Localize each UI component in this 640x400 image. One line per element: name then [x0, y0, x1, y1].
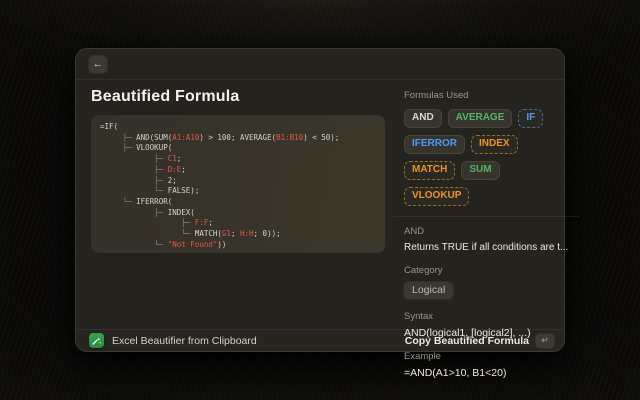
- sidebar-divider: [393, 216, 580, 217]
- formula-tag-vlookup[interactable]: VLOOKUP: [404, 187, 469, 206]
- formula-tag-match[interactable]: MATCH: [404, 161, 455, 180]
- copy-action-label: Copy Beautified Formula: [405, 335, 529, 347]
- code-line: ├─ 2;: [100, 176, 376, 187]
- code-line: =IF(: [100, 122, 376, 133]
- category-label: Category: [404, 265, 568, 276]
- back-arrow-icon: ←: [93, 59, 104, 70]
- return-glyph: ↵: [541, 336, 549, 345]
- action-bar: Excel Beautifier from Clipboard Copy Bea…: [76, 329, 564, 351]
- code-line: └─ FALSE);: [100, 186, 376, 197]
- formula-tag-if[interactable]: IF: [518, 109, 543, 128]
- beautified-formula-code: =IF( ├─ AND(SUM(A1:A10) > 100; AVERAGE(B…: [91, 115, 385, 253]
- magic-wand-icon: [89, 333, 104, 348]
- app-identity: Excel Beautifier from Clipboard: [89, 333, 257, 348]
- code-line: ├─ F:F;: [100, 218, 376, 229]
- app-window: ← Beautified Formula =IF( ├─ AND(SUM(A1:…: [75, 48, 565, 352]
- category-badge: Logical: [404, 282, 453, 299]
- detail-sidebar: Formulas Used AND AVERAGE IF IFERROR INDEX MA…: [393, 80, 580, 329]
- code-line: ├─ D:E;: [100, 165, 376, 176]
- syntax-label: Syntax: [404, 311, 568, 322]
- main-panel: Beautified Formula =IF( ├─ AND(SUM(A1:A1…: [76, 80, 393, 329]
- formula-tag-sum[interactable]: SUM: [461, 161, 499, 180]
- content: Beautified Formula =IF( ├─ AND(SUM(A1:A1…: [76, 80, 564, 329]
- code-line: ├─ VLOOKUP(: [100, 143, 376, 154]
- copy-beautified-formula-button[interactable]: Copy Beautified Formula ↵: [405, 334, 554, 348]
- code-line: ├─ C1;: [100, 154, 376, 165]
- example-label: Example: [404, 351, 568, 362]
- code-line: ├─ AND(SUM(A1:A10) > 100; AVERAGE(B1:B10…: [100, 133, 376, 144]
- formula-tag-and[interactable]: AND: [404, 109, 442, 128]
- formula-tag-iferror[interactable]: IFERROR: [404, 135, 465, 154]
- formula-tag-average[interactable]: AVERAGE: [448, 109, 513, 128]
- code-line: ├─ INDEX(: [100, 208, 376, 219]
- formulas-used-label: Formulas Used: [404, 90, 568, 101]
- code-line: └─ IFERROR(: [100, 197, 376, 208]
- example-value: =AND(A1>10, B1<20): [404, 367, 568, 379]
- page-title: Beautified Formula: [91, 88, 383, 106]
- function-name: AND: [404, 226, 568, 237]
- formula-tag-index[interactable]: INDEX: [471, 135, 518, 154]
- titlebar: ←: [76, 49, 564, 80]
- formulas-used-tags: AND AVERAGE IF IFERROR INDEX MATCH SUM VLOOKUP: [404, 109, 568, 206]
- code-line: └─ MATCH(G1; H:H; 0));: [100, 229, 376, 240]
- enter-key-icon: ↵: [536, 334, 554, 348]
- code-line: └─ "Not Found")): [100, 240, 376, 251]
- function-description: Returns TRUE if all conditions are t...: [404, 242, 568, 253]
- app-title: Excel Beautifier from Clipboard: [112, 335, 257, 347]
- back-button[interactable]: ←: [89, 56, 107, 73]
